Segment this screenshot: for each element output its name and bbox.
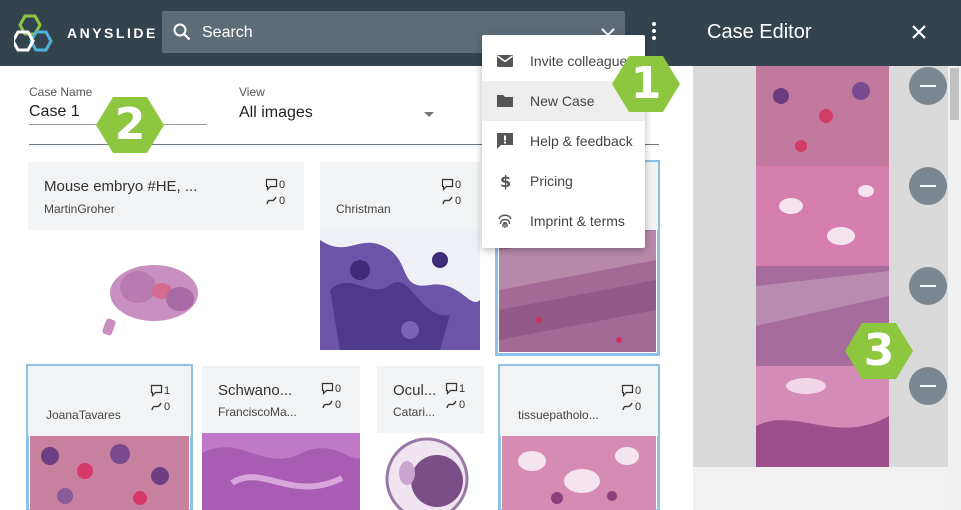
annotation-count: 0 — [441, 194, 461, 207]
comment-icon — [621, 384, 634, 397]
card-title: Ocul... — [393, 382, 435, 399]
annotation-count: 0 — [621, 400, 641, 413]
comment-icon — [321, 382, 334, 395]
annotation-icon — [622, 402, 633, 411]
mail-icon — [497, 55, 513, 67]
case-image-thumbnails[interactable] — [756, 66, 889, 467]
slide-thumbnail[interactable] — [502, 436, 656, 510]
case-image-list — [693, 66, 948, 467]
remove-image-button[interactable] — [909, 367, 947, 405]
comment-count: 1 — [445, 382, 465, 395]
step-badge: 1 — [611, 55, 681, 113]
anyslide-logo[interactable] — [14, 14, 58, 52]
annotation-icon — [151, 402, 162, 411]
menu-item-help[interactable]: Help & feedback — [482, 121, 645, 161]
search-input[interactable]: Search — [202, 24, 253, 42]
comment-icon — [265, 178, 278, 191]
step-badge: 3 — [844, 322, 914, 380]
card-title: Mouse embryo #HE, ... — [44, 178, 198, 195]
annotation-count: 0 — [265, 194, 285, 207]
slide-thumbnail[interactable] — [88, 257, 228, 347]
image-card[interactable]: Schwano... FranciscoMa... 0 0 — [202, 366, 360, 510]
card-user: Christman — [336, 202, 391, 216]
comment-count: 0 — [321, 382, 341, 395]
remove-image-button[interactable] — [909, 167, 947, 205]
comment-count: 0 — [621, 384, 641, 397]
comment-icon — [445, 382, 458, 395]
step-badge: 2 — [95, 96, 165, 154]
case-name-label: Case Name — [29, 85, 93, 99]
menu-item-imprint[interactable]: Imprint & terms — [482, 201, 645, 241]
slide-thumbnail[interactable] — [202, 433, 360, 510]
card-title: Schwano... — [218, 382, 293, 399]
slide-thumbnail[interactable] — [320, 230, 480, 350]
comment-count: 0 — [441, 178, 461, 191]
card-user: FranciscoMa... — [218, 405, 297, 419]
annotation-icon — [266, 196, 277, 205]
comment-icon — [150, 384, 163, 397]
annotation-count: 0 — [445, 398, 465, 411]
annotation-count: 0 — [321, 398, 341, 411]
folder-icon — [497, 95, 513, 107]
brand-name: ANYSLIDE — [67, 25, 158, 41]
remove-image-button[interactable] — [909, 267, 947, 305]
comment-count: 1 — [150, 384, 170, 397]
view-label: View — [239, 85, 265, 99]
annotation-icon — [322, 400, 333, 409]
view-select[interactable]: All images — [239, 104, 313, 122]
comment-count: 0 — [265, 178, 285, 191]
card-user: tissuepatholo... — [518, 408, 599, 422]
image-card[interactable]: Mouse embryo #HE, ... MartinGroher 0 0 — [28, 162, 304, 350]
fingerprint-icon — [498, 214, 512, 228]
svg-text:$: $ — [500, 172, 511, 190]
annotation-count: 0 — [150, 400, 170, 413]
card-user: Catari... — [393, 405, 435, 419]
dollar-icon: $ — [500, 172, 511, 190]
dropdown-arrow-icon[interactable] — [424, 112, 434, 117]
remove-image-button[interactable] — [909, 67, 947, 105]
scrollbar[interactable] — [948, 66, 961, 510]
image-card[interactable]: JoanaTavares 1 0 — [26, 364, 193, 510]
card-user: MartinGroher — [44, 202, 115, 216]
image-card[interactable]: Ocul... Catari... 1 0 — [377, 366, 484, 510]
image-card[interactable]: tissuepatholo... 0 0 — [498, 364, 660, 510]
slide-thumbnail[interactable] — [30, 436, 189, 510]
comment-icon — [441, 178, 454, 191]
search-icon — [173, 23, 191, 41]
feedback-icon — [497, 133, 513, 149]
more-options-icon[interactable] — [648, 22, 660, 44]
close-icon[interactable] — [911, 24, 927, 40]
case-editor-title: Case Editor — [707, 21, 812, 43]
slide-thumbnail[interactable] — [499, 230, 656, 352]
slide-thumbnail[interactable] — [377, 433, 484, 510]
menu-item-pricing[interactable]: $ Pricing — [482, 161, 645, 201]
card-user: JoanaTavares — [46, 408, 121, 422]
annotation-icon — [442, 196, 453, 205]
image-card[interactable]: Christman 0 0 — [320, 162, 480, 350]
annotation-icon — [446, 400, 457, 409]
